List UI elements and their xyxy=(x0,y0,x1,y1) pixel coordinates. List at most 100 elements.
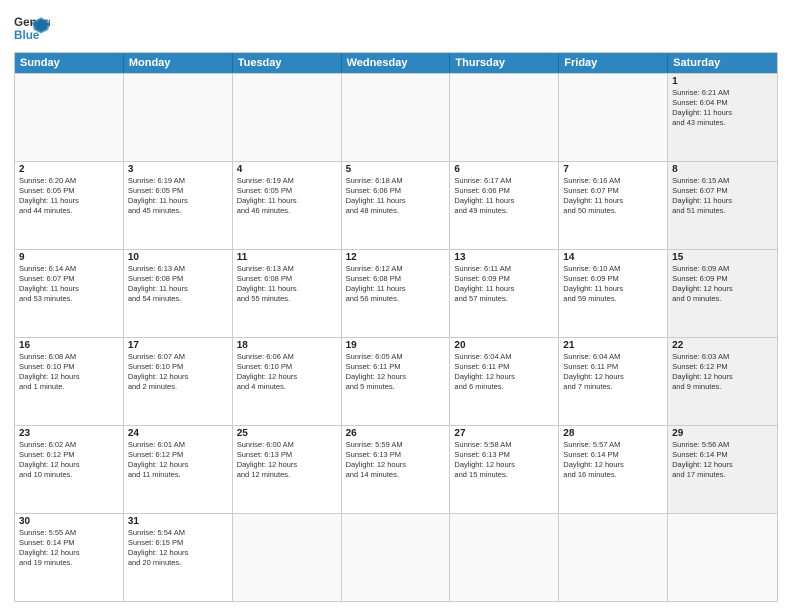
cal-cell-0-1 xyxy=(124,74,233,161)
cal-cell-5-6 xyxy=(668,514,777,601)
col-sunday: Sunday xyxy=(15,53,124,73)
day-number: 1 xyxy=(672,76,773,87)
day-info: Sunrise: 6:03 AM Sunset: 6:12 PM Dayligh… xyxy=(672,352,773,393)
day-info: Sunrise: 6:20 AM Sunset: 6:05 PM Dayligh… xyxy=(19,176,119,217)
week-row-0: 1Sunrise: 6:21 AM Sunset: 6:04 PM Daylig… xyxy=(15,73,777,161)
day-number: 20 xyxy=(454,340,554,351)
cal-cell-4-5: 28Sunrise: 5:57 AM Sunset: 6:14 PM Dayli… xyxy=(559,426,668,513)
day-info: Sunrise: 6:07 AM Sunset: 6:10 PM Dayligh… xyxy=(128,352,228,393)
day-number: 28 xyxy=(563,428,663,439)
day-info: Sunrise: 5:54 AM Sunset: 6:15 PM Dayligh… xyxy=(128,528,228,569)
day-info: Sunrise: 6:13 AM Sunset: 6:08 PM Dayligh… xyxy=(237,264,337,305)
page: General Blue Sunday Monday Tuesday Wedne… xyxy=(0,0,792,612)
day-info: Sunrise: 5:58 AM Sunset: 6:13 PM Dayligh… xyxy=(454,440,554,481)
week-row-4: 23Sunrise: 6:02 AM Sunset: 6:12 PM Dayli… xyxy=(15,425,777,513)
day-number: 2 xyxy=(19,164,119,175)
day-number: 26 xyxy=(346,428,446,439)
day-number: 15 xyxy=(672,252,773,263)
cal-cell-0-5 xyxy=(559,74,668,161)
cal-cell-5-4 xyxy=(450,514,559,601)
cal-cell-4-4: 27Sunrise: 5:58 AM Sunset: 6:13 PM Dayli… xyxy=(450,426,559,513)
day-number: 6 xyxy=(454,164,554,175)
day-info: Sunrise: 6:04 AM Sunset: 6:11 PM Dayligh… xyxy=(454,352,554,393)
cal-cell-3-5: 21Sunrise: 6:04 AM Sunset: 6:11 PM Dayli… xyxy=(559,338,668,425)
day-info: Sunrise: 6:21 AM Sunset: 6:04 PM Dayligh… xyxy=(672,88,773,129)
col-tuesday: Tuesday xyxy=(233,53,342,73)
cal-cell-1-5: 7Sunrise: 6:16 AM Sunset: 6:07 PM Daylig… xyxy=(559,162,668,249)
day-number: 10 xyxy=(128,252,228,263)
day-number: 22 xyxy=(672,340,773,351)
day-info: Sunrise: 6:15 AM Sunset: 6:07 PM Dayligh… xyxy=(672,176,773,217)
cal-cell-3-3: 19Sunrise: 6:05 AM Sunset: 6:11 PM Dayli… xyxy=(342,338,451,425)
day-info: Sunrise: 6:08 AM Sunset: 6:10 PM Dayligh… xyxy=(19,352,119,393)
cal-cell-4-1: 24Sunrise: 6:01 AM Sunset: 6:12 PM Dayli… xyxy=(124,426,233,513)
day-info: Sunrise: 6:01 AM Sunset: 6:12 PM Dayligh… xyxy=(128,440,228,481)
cal-cell-4-6: 29Sunrise: 5:56 AM Sunset: 6:14 PM Dayli… xyxy=(668,426,777,513)
day-info: Sunrise: 5:55 AM Sunset: 6:14 PM Dayligh… xyxy=(19,528,119,569)
cal-cell-1-3: 5Sunrise: 6:18 AM Sunset: 6:06 PM Daylig… xyxy=(342,162,451,249)
cal-cell-1-0: 2Sunrise: 6:20 AM Sunset: 6:05 PM Daylig… xyxy=(15,162,124,249)
cal-cell-2-3: 12Sunrise: 6:12 AM Sunset: 6:08 PM Dayli… xyxy=(342,250,451,337)
day-number: 8 xyxy=(672,164,773,175)
cal-cell-1-2: 4Sunrise: 6:19 AM Sunset: 6:05 PM Daylig… xyxy=(233,162,342,249)
cal-cell-2-1: 10Sunrise: 6:13 AM Sunset: 6:08 PM Dayli… xyxy=(124,250,233,337)
cal-cell-3-1: 17Sunrise: 6:07 AM Sunset: 6:10 PM Dayli… xyxy=(124,338,233,425)
cal-cell-0-4 xyxy=(450,74,559,161)
cal-cell-4-2: 25Sunrise: 6:00 AM Sunset: 6:13 PM Dayli… xyxy=(233,426,342,513)
day-info: Sunrise: 6:10 AM Sunset: 6:09 PM Dayligh… xyxy=(563,264,663,305)
day-number: 16 xyxy=(19,340,119,351)
cal-cell-5-3 xyxy=(342,514,451,601)
cal-cell-5-5 xyxy=(559,514,668,601)
cal-cell-2-0: 9Sunrise: 6:14 AM Sunset: 6:07 PM Daylig… xyxy=(15,250,124,337)
cal-cell-0-6: 1Sunrise: 6:21 AM Sunset: 6:04 PM Daylig… xyxy=(668,74,777,161)
cal-cell-4-0: 23Sunrise: 6:02 AM Sunset: 6:12 PM Dayli… xyxy=(15,426,124,513)
col-thursday: Thursday xyxy=(450,53,559,73)
day-info: Sunrise: 6:04 AM Sunset: 6:11 PM Dayligh… xyxy=(563,352,663,393)
cal-cell-0-3 xyxy=(342,74,451,161)
week-row-3: 16Sunrise: 6:08 AM Sunset: 6:10 PM Dayli… xyxy=(15,337,777,425)
day-info: Sunrise: 6:18 AM Sunset: 6:06 PM Dayligh… xyxy=(346,176,446,217)
cal-cell-2-5: 14Sunrise: 6:10 AM Sunset: 6:09 PM Dayli… xyxy=(559,250,668,337)
day-number: 14 xyxy=(563,252,663,263)
week-row-1: 2Sunrise: 6:20 AM Sunset: 6:05 PM Daylig… xyxy=(15,161,777,249)
cal-cell-3-2: 18Sunrise: 6:06 AM Sunset: 6:10 PM Dayli… xyxy=(233,338,342,425)
header: General Blue xyxy=(14,10,778,46)
day-number: 5 xyxy=(346,164,446,175)
day-number: 19 xyxy=(346,340,446,351)
day-info: Sunrise: 6:14 AM Sunset: 6:07 PM Dayligh… xyxy=(19,264,119,305)
day-number: 9 xyxy=(19,252,119,263)
day-info: Sunrise: 6:12 AM Sunset: 6:08 PM Dayligh… xyxy=(346,264,446,305)
day-info: Sunrise: 6:11 AM Sunset: 6:09 PM Dayligh… xyxy=(454,264,554,305)
day-info: Sunrise: 5:59 AM Sunset: 6:13 PM Dayligh… xyxy=(346,440,446,481)
day-info: Sunrise: 6:02 AM Sunset: 6:12 PM Dayligh… xyxy=(19,440,119,481)
cal-cell-0-2 xyxy=(233,74,342,161)
day-info: Sunrise: 6:16 AM Sunset: 6:07 PM Dayligh… xyxy=(563,176,663,217)
day-info: Sunrise: 6:06 AM Sunset: 6:10 PM Dayligh… xyxy=(237,352,337,393)
cal-cell-1-1: 3Sunrise: 6:19 AM Sunset: 6:05 PM Daylig… xyxy=(124,162,233,249)
col-friday: Friday xyxy=(559,53,668,73)
day-info: Sunrise: 6:00 AM Sunset: 6:13 PM Dayligh… xyxy=(237,440,337,481)
day-number: 7 xyxy=(563,164,663,175)
calendar-header: Sunday Monday Tuesday Wednesday Thursday… xyxy=(15,53,777,73)
day-number: 31 xyxy=(128,516,228,527)
cal-cell-1-4: 6Sunrise: 6:17 AM Sunset: 6:06 PM Daylig… xyxy=(450,162,559,249)
logo-icon: General Blue xyxy=(14,10,50,46)
cal-cell-5-0: 30Sunrise: 5:55 AM Sunset: 6:14 PM Dayli… xyxy=(15,514,124,601)
day-info: Sunrise: 6:17 AM Sunset: 6:06 PM Dayligh… xyxy=(454,176,554,217)
day-info: Sunrise: 6:05 AM Sunset: 6:11 PM Dayligh… xyxy=(346,352,446,393)
day-info: Sunrise: 5:56 AM Sunset: 6:14 PM Dayligh… xyxy=(672,440,773,481)
day-info: Sunrise: 6:19 AM Sunset: 6:05 PM Dayligh… xyxy=(237,176,337,217)
day-number: 13 xyxy=(454,252,554,263)
day-number: 4 xyxy=(237,164,337,175)
day-number: 11 xyxy=(237,252,337,263)
day-number: 21 xyxy=(563,340,663,351)
col-wednesday: Wednesday xyxy=(342,53,451,73)
cal-cell-5-1: 31Sunrise: 5:54 AM Sunset: 6:15 PM Dayli… xyxy=(124,514,233,601)
cal-cell-3-4: 20Sunrise: 6:04 AM Sunset: 6:11 PM Dayli… xyxy=(450,338,559,425)
day-info: Sunrise: 5:57 AM Sunset: 6:14 PM Dayligh… xyxy=(563,440,663,481)
col-saturday: Saturday xyxy=(668,53,777,73)
cal-cell-5-2 xyxy=(233,514,342,601)
week-row-5: 30Sunrise: 5:55 AM Sunset: 6:14 PM Dayli… xyxy=(15,513,777,601)
day-number: 29 xyxy=(672,428,773,439)
day-number: 3 xyxy=(128,164,228,175)
